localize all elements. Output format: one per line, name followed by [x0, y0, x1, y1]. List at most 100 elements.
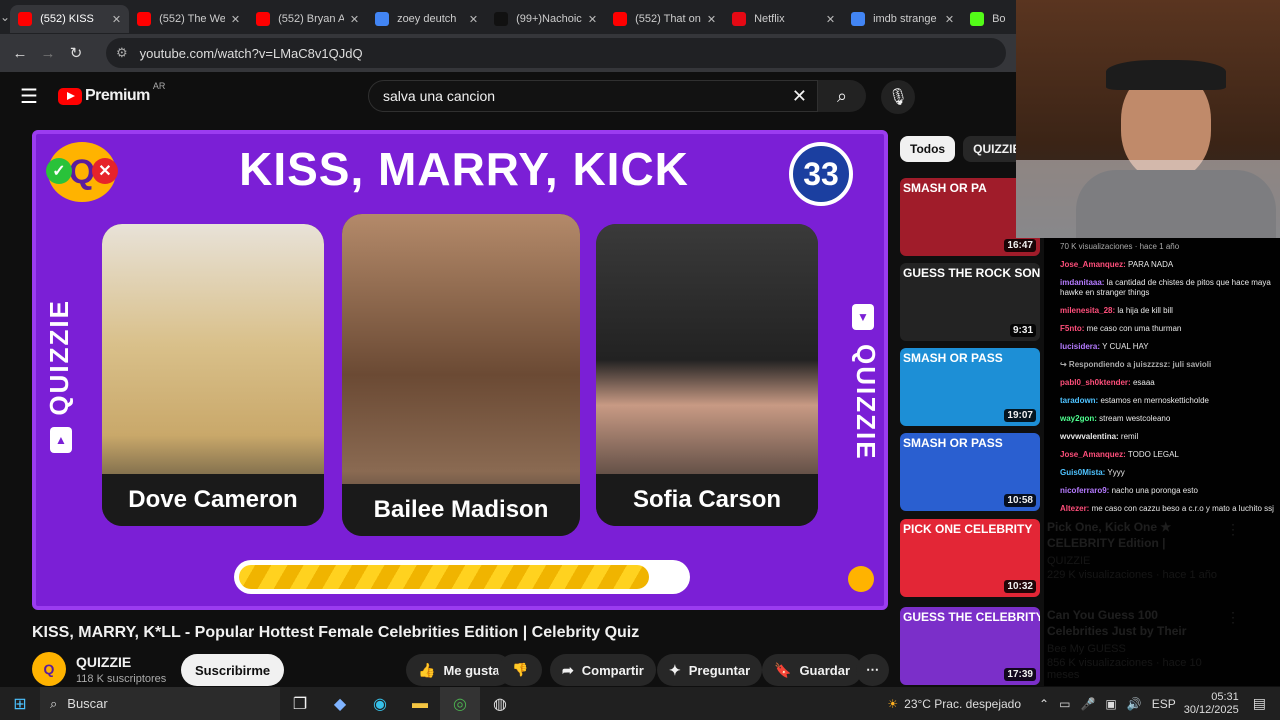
- chevron-up-icon[interactable]: ⌃: [1039, 697, 1049, 711]
- obs-icon[interactable]: ◍: [480, 687, 520, 720]
- like-button[interactable]: 👍 Me gusta: [406, 654, 512, 686]
- browser-tab[interactable]: (552) KISS ✕: [10, 5, 130, 33]
- chat-username: way2gon:: [1060, 414, 1097, 423]
- celebrity-name: Sofia Carson: [596, 474, 818, 526]
- search-icon: ⌕: [836, 85, 848, 106]
- forward-icon[interactable]: →: [34, 45, 62, 62]
- thumbnail-caption: GUESS THE ROCK SONG: [903, 266, 1040, 280]
- voice-search-button[interactable]: 🎙: [881, 80, 915, 114]
- thumbnail-caption: SMASH OR PASS: [903, 436, 1003, 450]
- tab-favicon-icon: [18, 12, 33, 26]
- chat-message: Jose_Amanquez: PARA NADA: [1060, 260, 1280, 270]
- chip-todos[interactable]: Todos: [900, 136, 956, 162]
- channel-name[interactable]: QUIZZIE: [76, 654, 166, 670]
- task-view-icon[interactable]: ❐: [280, 687, 320, 720]
- tab-search-icon[interactable]: ⌄: [0, 0, 10, 34]
- chrome-icon[interactable]: ◎: [440, 687, 480, 720]
- browser-tab[interactable]: Netflix ✕: [724, 5, 843, 33]
- menu-icon[interactable]: ☰: [20, 84, 38, 109]
- tab-favicon-icon: [851, 12, 866, 26]
- taskbar-search-label: Buscar: [67, 696, 108, 711]
- close-tab-icon[interactable]: ✕: [945, 13, 954, 26]
- tab-label: (552) The We: [159, 13, 225, 25]
- logo-text: Premium: [84, 87, 150, 104]
- search-button[interactable]: ⌕: [818, 80, 866, 112]
- microphone-icon[interactable]: 🎤: [1080, 697, 1095, 711]
- browser-tab[interactable]: (552) That on ✕: [605, 5, 724, 33]
- microphone-icon: 🎙: [887, 89, 909, 106]
- browser-tab[interactable]: zoey deutch ✕: [367, 5, 486, 33]
- browser-tab[interactable]: imdb strange ✕: [843, 5, 962, 33]
- clock[interactable]: 05:31 30/12/2025: [1184, 691, 1239, 717]
- video-duration: 16:47: [1004, 239, 1036, 252]
- recommendation-thumbnail[interactable]: SMASH OR PASS 10:58: [900, 433, 1040, 511]
- clear-search-icon[interactable]: ✕: [792, 86, 807, 107]
- thumbs-down-icon: 👎: [512, 662, 529, 677]
- browser-tab[interactable]: (552) Bryan A ✕: [248, 5, 367, 33]
- close-tab-icon[interactable]: ✕: [469, 13, 478, 26]
- chat-username: pabl0_sh0ktender:: [1060, 378, 1131, 387]
- more-actions-button[interactable]: ⋯: [856, 654, 889, 686]
- close-tab-icon[interactable]: ✕: [350, 13, 359, 26]
- webcam-background: [1016, 160, 1280, 238]
- chat-text: TODO LEGAL: [1127, 450, 1179, 459]
- share-icon: ➦: [562, 661, 574, 678]
- weather-text[interactable]: 23°C Prac. despejado: [904, 697, 1021, 711]
- search-input[interactable]: salva una cancion ✕: [368, 80, 818, 112]
- chat-message: Jose_Amanquez: TODO LEGAL: [1060, 450, 1280, 460]
- browser-tab[interactable]: (552) The We ✕: [129, 5, 248, 33]
- tab-list: (552) KISS ✕ (552) The We ✕ (552) Bryan A ✕ zo…: [10, 1, 1081, 33]
- webcam-overlay: [1016, 0, 1280, 238]
- chat-username: imdanitaaa:: [1060, 278, 1105, 287]
- close-tab-icon[interactable]: ✕: [588, 13, 597, 26]
- notifications-icon[interactable]: ▤: [1253, 695, 1266, 712]
- edge-icon[interactable]: ◉: [360, 687, 400, 720]
- subscribe-button[interactable]: Suscribirme: [181, 654, 285, 686]
- chat-text: me caso con cazzu beso a c.r.o y mato a …: [1091, 504, 1274, 513]
- usb-icon[interactable]: ▭: [1059, 697, 1070, 711]
- recommendation-thumbnail[interactable]: GUESS THE CELEBRITY 17:39: [900, 607, 1040, 685]
- chat-messages: Jose_Amanquez: PARA NADA imdanitaaa: la c…: [1060, 260, 1280, 514]
- close-tab-icon[interactable]: ✕: [707, 13, 716, 26]
- reload-icon[interactable]: ↻: [62, 44, 90, 62]
- recommendation-thumbnail[interactable]: SMASH OR PASS 19:07: [900, 348, 1040, 426]
- video-duration: 19:07: [1004, 409, 1036, 422]
- celebrity-name: Dove Cameron: [102, 474, 324, 526]
- ask-button[interactable]: ✦ Preguntar: [657, 654, 763, 686]
- tab-label: (552) That on: [635, 13, 701, 25]
- tab-label: (552) KISS: [40, 13, 94, 25]
- recommendation-thumbnail[interactable]: GUESS THE ROCK SONG 9:31: [900, 263, 1040, 341]
- like-label: Me gusta: [443, 662, 500, 678]
- chat-username: Altezer:: [1060, 504, 1090, 513]
- save-button[interactable]: 🔖 Guardar: [762, 654, 863, 686]
- site-info-icon[interactable]: ⚙: [116, 45, 128, 61]
- url-text: youtube.com/watch?v=LMaC8v1QJdQ: [139, 45, 363, 61]
- chat-message: imdanitaaa: la cantidad de chistes de pi…: [1060, 278, 1280, 298]
- network-icon[interactable]: ▣: [1105, 697, 1116, 711]
- video-player[interactable]: Q ✓ ✕ KISS, MARRY, KICK 33 QUIZZIE ▲ ▼ Q…: [32, 130, 888, 610]
- volume-icon[interactable]: 🔊: [1127, 697, 1142, 711]
- close-tab-icon[interactable]: ✕: [231, 13, 240, 26]
- close-tab-icon[interactable]: ✕: [112, 13, 121, 26]
- copilot-icon[interactable]: ◆: [320, 687, 360, 720]
- system-tray: ☀ 23°C Prac. despejado ⌃ ▭ 🎤 ▣ 🔊 ESP 05:…: [887, 687, 1280, 720]
- chat-message: ↪ Respondiendo a juiszzzsz: juli savioli: [1060, 360, 1280, 370]
- share-button[interactable]: ➦ Compartir: [550, 654, 656, 686]
- back-icon[interactable]: ←: [6, 45, 34, 62]
- browser-tab[interactable]: (99+)Nachoic ✕: [486, 5, 605, 33]
- file-explorer-icon[interactable]: ▬: [400, 687, 440, 720]
- tab-label: zoey deutch: [397, 13, 457, 25]
- chat-message: milenesita_28: la hija de kill bill: [1060, 306, 1280, 316]
- address-bar[interactable]: ⚙ youtube.com/watch?v=LMaC8v1QJdQ: [106, 38, 1006, 68]
- dislike-button[interactable]: 👎: [498, 654, 543, 686]
- windows-start-icon[interactable]: ⊞: [0, 694, 40, 714]
- channel-avatar[interactable]: Q: [32, 652, 66, 686]
- channel-watermark-icon[interactable]: [848, 566, 874, 592]
- language-indicator[interactable]: ESP: [1152, 697, 1176, 711]
- browser-toolbar: ← → ↻ ⚙ youtube.com/watch?v=LMaC8v1QJdQ: [0, 34, 1016, 72]
- celebrity-name: Bailee Madison: [342, 484, 580, 536]
- recommendation-thumbnail[interactable]: PICK ONE CELEBRITY 10:32: [900, 519, 1040, 597]
- youtube-logo[interactable]: Premium AR: [57, 81, 165, 105]
- taskbar-search[interactable]: ⌕ Buscar: [40, 687, 280, 720]
- close-tab-icon[interactable]: ✕: [826, 13, 835, 26]
